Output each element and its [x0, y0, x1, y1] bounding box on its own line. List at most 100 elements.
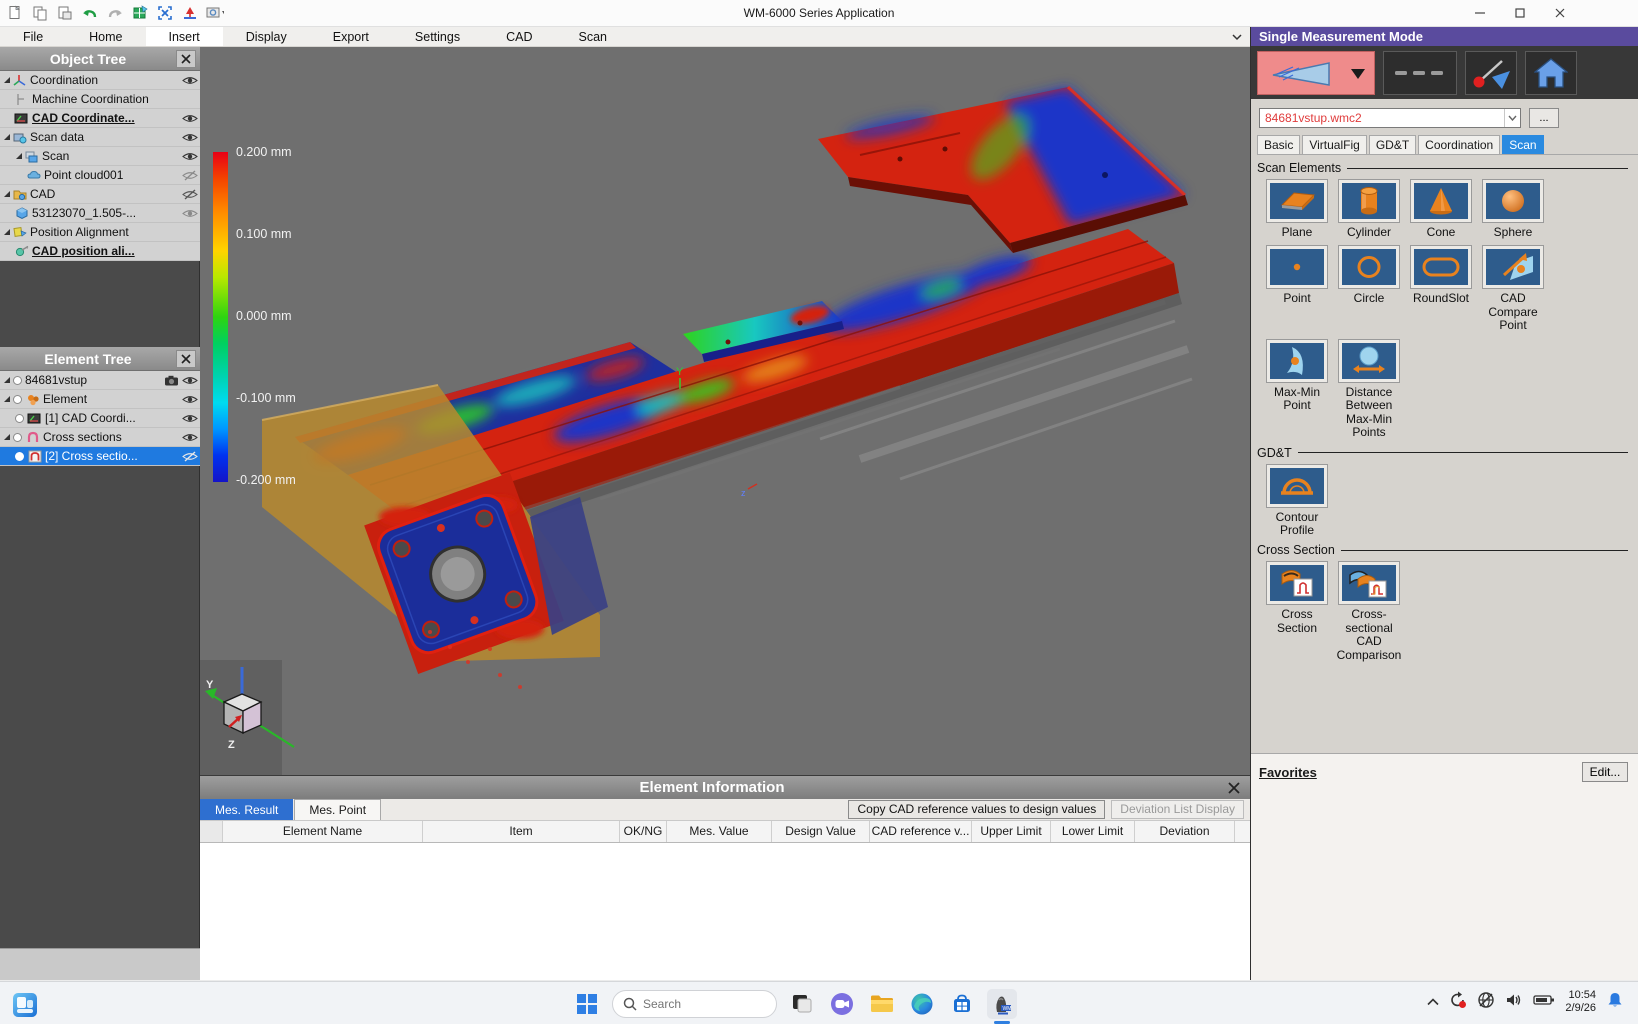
- browse-button[interactable]: ...: [1529, 108, 1559, 128]
- results-table-body[interactable]: [200, 843, 1250, 980]
- tab-basic[interactable]: Basic: [1257, 135, 1300, 154]
- menu-cad[interactable]: CAD: [483, 27, 555, 46]
- dashes-tool-button[interactable]: [1383, 51, 1457, 95]
- tray-volume-icon[interactable]: [1505, 992, 1523, 1013]
- tree-item-1-cad-coordination[interactable]: [1] CAD Coordi...: [0, 409, 200, 428]
- tree-item-cross-sections[interactable]: Cross sections: [0, 428, 200, 447]
- visibility-eye-icon[interactable]: [180, 151, 200, 162]
- tool-cylinder[interactable]: Cylinder: [1333, 179, 1405, 239]
- radio-icon[interactable]: [15, 414, 24, 423]
- close-icon[interactable]: [1224, 779, 1244, 797]
- visibility-eye-icon[interactable]: [180, 75, 200, 86]
- notification-bell-icon[interactable]: [1606, 991, 1624, 1014]
- column-upper-limit[interactable]: Upper Limit: [972, 821, 1051, 842]
- tray-chevron-up-icon[interactable]: [1427, 993, 1439, 1011]
- column-item[interactable]: Item: [423, 821, 620, 842]
- visibility-eye-off-icon[interactable]: [180, 189, 200, 200]
- dock-scroll-strip[interactable]: [0, 948, 200, 980]
- tree-item-2-cross-section[interactable]: [2] Cross sectio...: [0, 447, 200, 466]
- tree-item-scan-data[interactable]: Scan data: [0, 128, 200, 147]
- radio-icon[interactable]: [13, 395, 22, 404]
- taskbar-search[interactable]: [612, 990, 777, 1018]
- expander-icon[interactable]: [2, 133, 12, 141]
- radio-icon[interactable]: [13, 433, 22, 442]
- column-deviation[interactable]: Deviation: [1135, 821, 1235, 842]
- column-lower-limit[interactable]: Lower Limit: [1051, 821, 1135, 842]
- tree-item-84681vstup[interactable]: 84681vstup: [0, 371, 200, 390]
- expander-icon[interactable]: [2, 376, 12, 384]
- file-select-dropdown[interactable]: 84681vstup.wmc2: [1259, 108, 1521, 128]
- tree-item-machine-coordination[interactable]: Machine Coordination: [0, 90, 200, 109]
- chat-icon[interactable]: [827, 989, 857, 1019]
- deviation-list-display-button[interactable]: Deviation List Display: [1111, 800, 1244, 819]
- tree-item-coordination[interactable]: Coordination: [0, 71, 200, 90]
- column-cad-reference[interactable]: CAD reference v...: [870, 821, 972, 842]
- home-button[interactable]: [1525, 51, 1577, 95]
- file-explorer-icon[interactable]: [867, 989, 897, 1019]
- menu-export[interactable]: Export: [310, 27, 392, 46]
- column-element-name[interactable]: Element Name: [223, 821, 423, 842]
- search-input[interactable]: [643, 997, 753, 1011]
- camera-icon[interactable]: [162, 375, 180, 386]
- minimize-button[interactable]: [1460, 0, 1500, 26]
- close-button[interactable]: [1540, 0, 1580, 26]
- visibility-eye-icon[interactable]: [180, 413, 200, 424]
- favorites-edit-button[interactable]: Edit...: [1582, 762, 1628, 782]
- tree-item-cad-part[interactable]: 53123070_1.505-...: [0, 204, 200, 223]
- visibility-eye-icon[interactable]: [180, 394, 200, 405]
- tree-item-cad[interactable]: CAD: [0, 185, 200, 204]
- tool-cross-section[interactable]: Cross Section: [1261, 561, 1333, 635]
- tray-battery-icon[interactable]: [1533, 993, 1555, 1011]
- menu-display[interactable]: Display: [223, 27, 310, 46]
- column-ok-ng[interactable]: OK/NG: [620, 821, 667, 842]
- tool-cad-compare-point[interactable]: CAD Compare Point: [1477, 245, 1549, 332]
- visibility-eye-icon[interactable]: [180, 432, 200, 443]
- expander-icon[interactable]: [2, 228, 12, 236]
- tree-item-point-cloud001[interactable]: Point cloud001: [0, 166, 200, 185]
- tree-item-position-alignment[interactable]: Position Alignment: [0, 223, 200, 242]
- viewport-3d[interactable]: Y z Y Z 0.200 mm 0.100 mm 0.000 mm -0.10…: [200, 47, 1250, 775]
- probe-pick-button[interactable]: [1465, 51, 1517, 95]
- tree-item-cad-position-alignment[interactable]: CAD position ali...: [0, 242, 200, 261]
- tree-item-scan[interactable]: Scan: [0, 147, 200, 166]
- active-tool-button[interactable]: [1257, 51, 1375, 95]
- close-icon[interactable]: [176, 350, 196, 368]
- visibility-eye-icon[interactable]: [180, 113, 200, 124]
- tray-network-icon[interactable]: [1477, 991, 1495, 1014]
- visibility-eye-icon[interactable]: [180, 132, 200, 143]
- tab-coordination[interactable]: Coordination: [1418, 135, 1500, 154]
- radio-icon[interactable]: [15, 452, 24, 461]
- microsoft-store-icon[interactable]: [947, 989, 977, 1019]
- menu-insert[interactable]: Insert: [146, 27, 223, 46]
- navigation-cube[interactable]: Y Z: [200, 660, 294, 775]
- task-view-icon[interactable]: [787, 989, 817, 1019]
- visibility-eye-off-icon[interactable]: [180, 170, 200, 181]
- close-icon[interactable]: [176, 50, 196, 68]
- wm-app-icon[interactable]: WM: [987, 989, 1017, 1019]
- expander-icon[interactable]: [2, 190, 12, 198]
- maximize-button[interactable]: [1500, 0, 1540, 26]
- start-button[interactable]: [572, 989, 602, 1019]
- tab-scan[interactable]: Scan: [1502, 135, 1543, 154]
- tool-sphere[interactable]: Sphere: [1477, 179, 1549, 239]
- expander-icon[interactable]: [2, 433, 12, 441]
- radio-icon[interactable]: [13, 376, 22, 385]
- tool-roundslot[interactable]: RoundSlot: [1405, 245, 1477, 305]
- expander-icon[interactable]: [2, 395, 12, 403]
- column-design-value[interactable]: Design Value: [772, 821, 870, 842]
- scan-deviation-model[interactable]: Y z Y Z: [200, 47, 1250, 775]
- menu-settings[interactable]: Settings: [392, 27, 483, 46]
- widgets-icon[interactable]: [10, 990, 40, 1020]
- menu-file[interactable]: File: [0, 27, 66, 46]
- tool-cone[interactable]: Cone: [1405, 179, 1477, 239]
- tab-gdt[interactable]: GD&T: [1369, 135, 1416, 154]
- taskbar-clock[interactable]: 10:54 2/9/26: [1565, 989, 1596, 1015]
- tab-mes-point[interactable]: Mes. Point: [294, 799, 381, 820]
- tool-plane[interactable]: Plane: [1261, 179, 1333, 239]
- tab-virtualfig[interactable]: VirtualFig: [1302, 135, 1366, 154]
- expander-icon[interactable]: [2, 76, 12, 84]
- visibility-eye-icon[interactable]: [180, 375, 200, 386]
- tree-item-cad-coordinate[interactable]: CAD Coordinate...: [0, 109, 200, 128]
- chevron-down-icon[interactable]: [1504, 109, 1520, 127]
- edge-browser-icon[interactable]: [907, 989, 937, 1019]
